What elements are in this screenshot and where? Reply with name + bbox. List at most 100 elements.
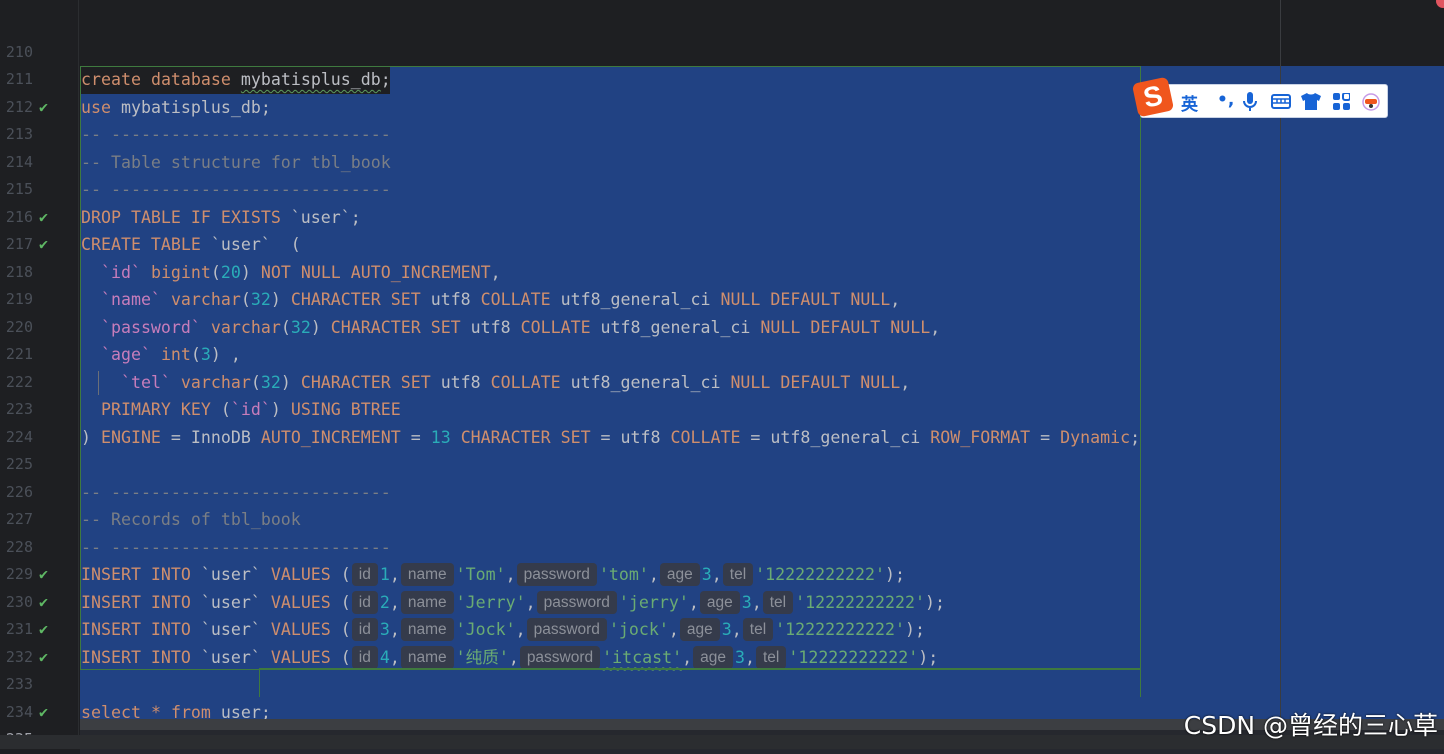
line-number: 234 — [5, 702, 33, 721]
code-text: `user` — [190, 647, 271, 667]
skin-shirt-icon[interactable] — [1301, 93, 1321, 110]
code-line[interactable]: -- Records of tbl_book — [80, 506, 1444, 534]
code-line[interactable]: INSERT INTO `user` VALUES (id 4, name '纯质',… — [80, 643, 1444, 671]
keyword: COLLATE — [490, 372, 561, 392]
code-text: ; — [1130, 427, 1141, 447]
line-number: 210 — [5, 42, 33, 61]
code-text: ; — [380, 70, 391, 89]
code-line[interactable]: `id` bigint(20) NOT NULL AUTO_INCREMENT, — [80, 258, 1444, 286]
string: '12222222222' — [775, 620, 906, 639]
parameter-hint: password — [526, 618, 607, 641]
number: 32 — [290, 317, 311, 337]
parameter-hint: name — [400, 590, 454, 614]
string: 'Jock' — [455, 620, 516, 639]
code-text: ( — [210, 400, 231, 419]
mascot-icon[interactable] — [1361, 91, 1381, 111]
code-text: ( — [280, 317, 291, 337]
keyword: DROP TABLE IF EXISTS — [81, 207, 281, 227]
code-line[interactable]: DROP TABLE IF EXISTS `user`; — [80, 203, 1444, 231]
parameter-hint: age — [659, 563, 700, 586]
string: '12222222222' — [795, 592, 925, 612]
code-text: ) — [81, 427, 101, 447]
code-text: ) , — [210, 345, 241, 364]
code-line[interactable]: `tel` varchar(32) CHARACTER SET utf8 COL… — [80, 368, 1444, 396]
code-content: PRIMARY KEY (`id`) USING BTREE — [81, 400, 401, 419]
executed-check-icon[interactable]: ✔ — [39, 644, 55, 672]
string: 'Jerry' — [455, 592, 526, 612]
keyword: CHARACTER SET — [330, 317, 461, 337]
code-text: , — [515, 620, 526, 639]
line-number: 223 — [5, 400, 33, 418]
parameter-hint: password — [519, 645, 601, 669]
punctuation-toggle[interactable]: •, — [1217, 90, 1234, 110]
code-text: = utf8_general_ci — [740, 427, 931, 447]
executed-check-icon[interactable]: ✔ — [39, 616, 55, 644]
string: '12222222222' — [788, 647, 919, 667]
code-text: ( — [330, 592, 351, 612]
code-line[interactable]: -- ---------------------------- — [80, 121, 1444, 149]
code-content: `password` varchar(32) CHARACTER SET utf… — [81, 318, 940, 337]
code-content: CREATE TABLE `user` ( — [81, 235, 301, 254]
code-text: utf8_general_ci — [550, 290, 721, 309]
parameter-hint: id — [351, 618, 378, 641]
code-content: `name` varchar(32) CHARACTER SET utf8 CO… — [81, 290, 900, 309]
code-text: ) — [270, 400, 291, 419]
code-text: ); — [885, 565, 905, 584]
parameter-hint: id — [351, 563, 378, 586]
code-line[interactable]: `age` int(3) , — [80, 341, 1444, 369]
line-number: 213 — [5, 125, 33, 143]
keyword: CHARACTER SET — [460, 427, 591, 447]
code-line[interactable]: -- ---------------------------- — [80, 176, 1444, 204]
keyword: varchar — [210, 317, 281, 337]
code-line[interactable]: INSERT INTO `user` VALUES (id 2, name 'Jerr… — [80, 588, 1444, 616]
code-line[interactable]: INSERT INTO `user` VALUES (id 3, name 'Jock… — [80, 616, 1444, 644]
code-line[interactable] — [80, 451, 1444, 479]
keyword: NULL DEFAULT NULL — [730, 372, 901, 392]
code-text: `user` — [190, 620, 271, 639]
keyboard-icon[interactable] — [1271, 94, 1291, 109]
code-line[interactable] — [80, 671, 1444, 699]
sogou-logo-icon[interactable]: S — [1131, 76, 1175, 118]
code-line[interactable]: CREATE TABLE `user` ( — [80, 231, 1444, 259]
executed-check-icon[interactable]: ✔ — [39, 589, 55, 617]
code-line[interactable]: `name` varchar(32) CHARACTER SET utf8 CO… — [80, 286, 1444, 314]
code-line[interactable] — [80, 39, 1444, 67]
line-number: 215 — [5, 180, 33, 198]
executed-check-icon[interactable]: ✔ — [39, 561, 55, 589]
keyword: ROW_FORMAT — [930, 427, 1031, 447]
keyword: CHARACTER SET — [300, 372, 431, 392]
code-line[interactable]: `password` varchar(32) CHARACTER SET utf… — [80, 313, 1444, 341]
executed-check-icon[interactable]: ✔ — [39, 699, 55, 727]
executed-check-icon[interactable]: ✔ — [39, 94, 55, 122]
line-number: 216 — [5, 207, 33, 226]
code-line[interactable]: -- Table structure for tbl_book — [80, 148, 1444, 176]
parameter-hint: age — [699, 590, 740, 614]
code-content: create database mybatisplus_db; — [81, 70, 391, 89]
code-line[interactable]: PRIMARY KEY (`id`) USING BTREE — [80, 396, 1444, 424]
number: 20 — [220, 262, 241, 282]
parameter-hint: name — [400, 645, 454, 669]
code-line[interactable]: ) ENGINE = InnoDB AUTO_INCREMENT = 13 CH… — [80, 423, 1444, 451]
code-line[interactable]: -- ---------------------------- — [80, 533, 1444, 561]
ime-mode-toggle[interactable]: 英 — [1181, 90, 1198, 115]
apps-grid-icon[interactable] — [1333, 93, 1350, 110]
line-number: 226 — [5, 482, 33, 501]
code-text: utf8_general_ci — [590, 317, 761, 337]
executed-check-icon[interactable]: ✔ — [39, 204, 55, 232]
code-text: , — [525, 592, 536, 612]
microphone-icon[interactable] — [1243, 92, 1257, 112]
code-line[interactable]: -- ---------------------------- — [80, 478, 1444, 506]
column-name: `name` — [100, 290, 161, 309]
code-line[interactable]: INSERT INTO `user` VALUES (id 1, name 'Tom'… — [80, 561, 1444, 589]
code-text: , — [490, 262, 501, 282]
keyword: create — [81, 70, 141, 89]
executed-check-icon[interactable]: ✔ — [39, 231, 55, 259]
code-text: ( — [240, 290, 251, 309]
line-number: 214 — [5, 152, 33, 171]
